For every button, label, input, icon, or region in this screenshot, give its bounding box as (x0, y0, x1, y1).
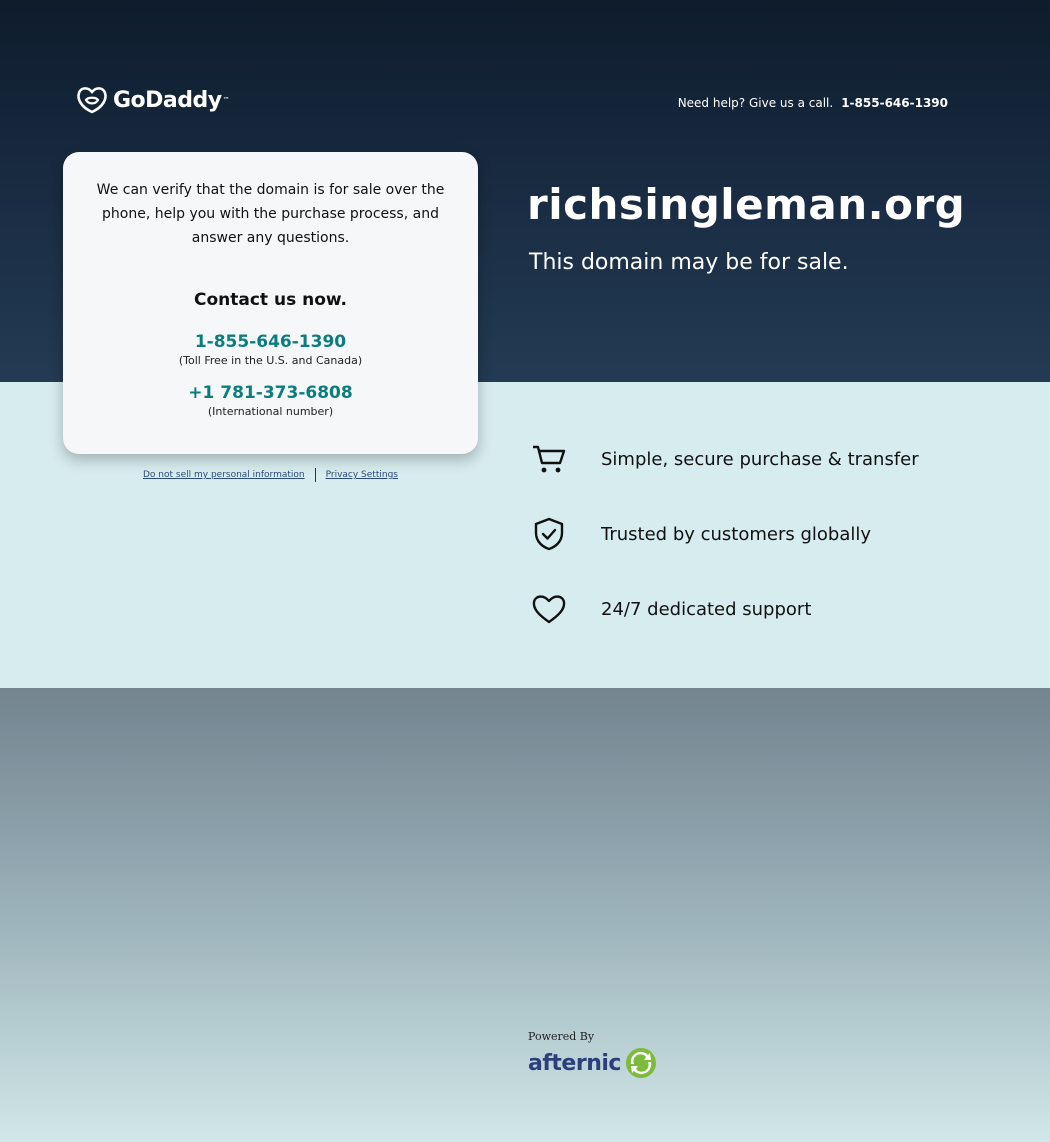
godaddy-logo[interactable]: GoDaddy ™ (75, 85, 230, 115)
help-phone-link[interactable]: 1-855-646-1390 (841, 96, 948, 110)
help-bar: Need help? Give us a call. 1-855-646-139… (678, 96, 948, 110)
contact-heading: Contact us now. (194, 290, 347, 310)
shield-check-icon (530, 515, 568, 553)
help-text: Need help? Give us a call. (677, 96, 834, 110)
privacy-settings-link[interactable]: Privacy Settings (326, 470, 398, 480)
afternic-logo[interactable]: afternic (528, 1047, 657, 1079)
intl-note: (International number) (207, 405, 334, 418)
do-not-sell-link[interactable]: Do not sell my personal information (143, 470, 305, 480)
feature-label: 24/7 dedicated support (601, 598, 812, 620)
feature-support: 24/7 dedicated support (530, 590, 811, 628)
tollfree-phone-link[interactable]: 1-855-646-1390 (63, 332, 478, 352)
feature-label: Trusted by customers globally (601, 523, 872, 545)
heart-icon (530, 590, 568, 628)
powered-by: Powered By afternic (528, 1030, 657, 1079)
card-intro: We can verify that the domain is for sal… (96, 182, 445, 246)
cart-icon (530, 440, 568, 478)
legal-links: Do not sell my personal information Priv… (63, 468, 478, 482)
footer-section (0, 688, 1050, 1142)
feature-purchase: Simple, secure purchase & transfer (530, 440, 919, 478)
feature-trust: Trusted by customers globally (530, 515, 871, 553)
godaddy-heart-icon (77, 87, 107, 114)
powered-by-label: Powered By (528, 1030, 595, 1043)
domain-name: richsingleman.org (527, 180, 966, 229)
legal-divider (314, 468, 316, 482)
tollfree-note: (Toll Free in the U.S. and Canada) (178, 354, 363, 367)
sale-tagline: This domain may be for sale. (529, 250, 849, 275)
contact-card: We can verify that the domain is for sal… (63, 152, 478, 454)
intl-phone-link[interactable]: +1 781-373-6808 (63, 383, 478, 403)
afternic-wordmark: afternic (528, 1050, 621, 1076)
logo-trademark: ™ (222, 96, 230, 104)
logo-wordmark: GoDaddy (113, 87, 222, 113)
feature-label: Simple, secure purchase & transfer (601, 448, 919, 470)
afternic-refresh-icon (625, 1048, 656, 1078)
